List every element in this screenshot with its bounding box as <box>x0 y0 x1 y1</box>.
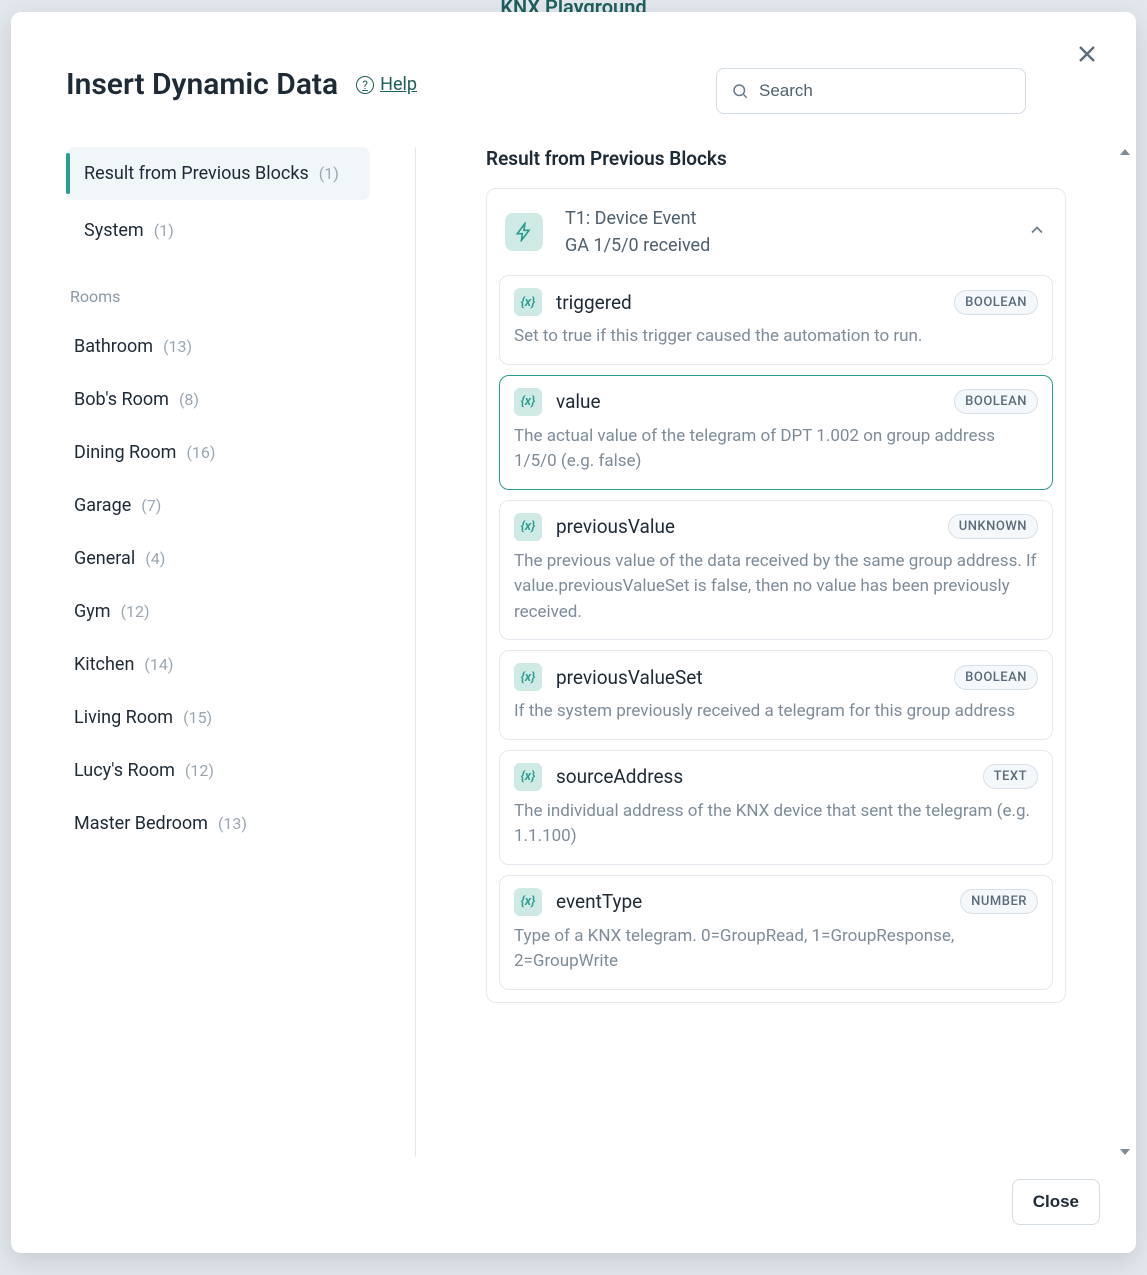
block-header[interactable]: T1: Device Event GA 1/5/0 received <box>487 189 1065 275</box>
sidebar-category-label: Result from Previous Blocks <box>84 163 309 184</box>
sidebar-room-8[interactable]: Lucy's Room (12) <box>66 744 370 797</box>
search-icon <box>731 82 749 100</box>
variable-type-pill: UNKNOWN <box>948 514 1038 539</box>
variable-type-pill: NUMBER <box>960 889 1038 914</box>
sidebar-room-label: Dining Room <box>74 442 176 463</box>
variable-name: previousValue <box>556 515 934 538</box>
variable-item-eventType[interactable]: {x} eventType NUMBER Type of a KNX telegram… <box>499 875 1053 990</box>
sidebar-room-label: Gym <box>74 601 111 622</box>
sidebar-room-label: General <box>74 548 135 569</box>
sidebar-room-label: Master Bedroom <box>74 813 208 834</box>
sidebar-room-3[interactable]: Garage (7) <box>66 479 370 532</box>
sidebar-room-label: Garage <box>74 495 131 516</box>
sidebar-room-6[interactable]: Kitchen (14) <box>66 638 370 691</box>
sidebar-room-count: (16) <box>186 443 215 462</box>
sidebar-room-count: (13) <box>218 814 247 833</box>
help-icon: ? <box>356 76 374 94</box>
sidebar-category-count: (1) <box>319 164 339 183</box>
scrollbar[interactable] <box>1119 147 1131 1157</box>
variable-item-previousValue[interactable]: {x} previousValue UNKNOWN The previous valu… <box>499 500 1053 641</box>
variable-icon: {x} <box>514 888 542 916</box>
variable-name: previousValueSet <box>556 666 940 689</box>
sidebar-room-1[interactable]: Bob's Room (8) <box>66 373 370 426</box>
variable-name: value <box>556 390 940 413</box>
variable-description: Set to true if this trigger caused the a… <box>514 324 1038 350</box>
chevron-up-icon <box>1027 220 1047 244</box>
sidebar-room-0[interactable]: Bathroom (13) <box>66 320 370 373</box>
sidebar-category-0[interactable]: Result from Previous Blocks (1) <box>66 147 370 200</box>
results-title: Result from Previous Blocks <box>486 147 1066 170</box>
sidebar-room-9[interactable]: Master Bedroom (13) <box>66 797 370 850</box>
sidebar-room-count: (12) <box>121 602 150 621</box>
help-link[interactable]: ? Help <box>356 74 417 95</box>
sidebar-room-label: Bob's Room <box>74 389 169 410</box>
variable-description: If the system previously received a tele… <box>514 699 1038 725</box>
results-panel: Result from Previous Blocks T1: Device E… <box>416 147 1136 1157</box>
sidebar-room-label: Kitchen <box>74 654 134 675</box>
sidebar-room-count: (15) <box>183 708 212 727</box>
sidebar-room-count: (14) <box>144 655 173 674</box>
sidebar-room-label: Bathroom <box>74 336 153 357</box>
sidebar-room-count: (12) <box>185 761 214 780</box>
variable-item-sourceAddress[interactable]: {x} sourceAddress TEXT The individual addre… <box>499 750 1053 865</box>
close-button[interactable]: Close <box>1012 1179 1100 1225</box>
variable-type-pill: TEXT <box>983 764 1038 789</box>
sidebar-room-count: (8) <box>179 390 199 409</box>
sidebar-room-label: Lucy's Room <box>74 760 175 781</box>
sidebar-room-count: (4) <box>145 549 165 568</box>
block-title: T1: Device Event <box>565 205 1005 232</box>
variable-icon: {x} <box>514 288 542 316</box>
variable-icon: {x} <box>514 388 542 416</box>
search-box[interactable] <box>716 68 1026 114</box>
variable-item-previousValueSet[interactable]: {x} previousValueSet BOOLEAN If the system … <box>499 650 1053 740</box>
variable-name: sourceAddress <box>556 765 969 788</box>
variable-description: The previous value of the data received … <box>514 549 1038 626</box>
sidebar-room-count: (13) <box>163 337 192 356</box>
bolt-icon <box>505 213 543 251</box>
sidebar-category-1[interactable]: System (1) <box>66 204 370 257</box>
variable-type-pill: BOOLEAN <box>954 389 1038 414</box>
block-card: T1: Device Event GA 1/5/0 received {x} tr… <box>486 188 1066 1003</box>
sidebar-room-label: Living Room <box>74 707 173 728</box>
scroll-down-icon[interactable] <box>1120 1149 1130 1155</box>
variable-item-value[interactable]: {x} value BOOLEAN The actual value of the t… <box>499 375 1053 490</box>
variable-description: Type of a KNX telegram. 0=GroupRead, 1=G… <box>514 924 1038 975</box>
help-label: Help <box>380 74 417 95</box>
modal-title: Insert Dynamic Data <box>66 67 338 102</box>
variable-description: The individual address of the KNX device… <box>514 799 1038 850</box>
sidebar-room-2[interactable]: Dining Room (16) <box>66 426 370 479</box>
variable-item-triggered[interactable]: {x} triggered BOOLEAN Set to true if this t… <box>499 275 1053 365</box>
sidebar-room-7[interactable]: Living Room (15) <box>66 691 370 744</box>
variable-icon: {x} <box>514 663 542 691</box>
variable-type-pill: BOOLEAN <box>954 665 1038 690</box>
sidebar-category-label: System <box>84 220 144 241</box>
category-sidebar: Result from Previous Blocks(1)System(1)R… <box>11 147 416 1157</box>
variable-icon: {x} <box>514 763 542 791</box>
scroll-up-icon[interactable] <box>1120 149 1130 155</box>
sidebar-room-4[interactable]: General (4) <box>66 532 370 585</box>
variable-name: triggered <box>556 291 940 314</box>
sidebar-room-5[interactable]: Gym (12) <box>66 585 370 638</box>
rooms-section-label: Rooms <box>66 287 370 306</box>
sidebar-room-count: (7) <box>141 496 161 515</box>
variable-type-pill: BOOLEAN <box>954 290 1038 315</box>
variable-description: The actual value of the telegram of DPT … <box>514 424 1038 475</box>
sidebar-category-count: (1) <box>154 221 174 240</box>
variable-icon: {x} <box>514 513 542 541</box>
variable-name: eventType <box>556 890 946 913</box>
insert-dynamic-data-modal: Insert Dynamic Data ? Help Result from P… <box>11 12 1136 1253</box>
block-subtitle: GA 1/5/0 received <box>565 232 1005 259</box>
search-input[interactable] <box>759 81 1011 101</box>
